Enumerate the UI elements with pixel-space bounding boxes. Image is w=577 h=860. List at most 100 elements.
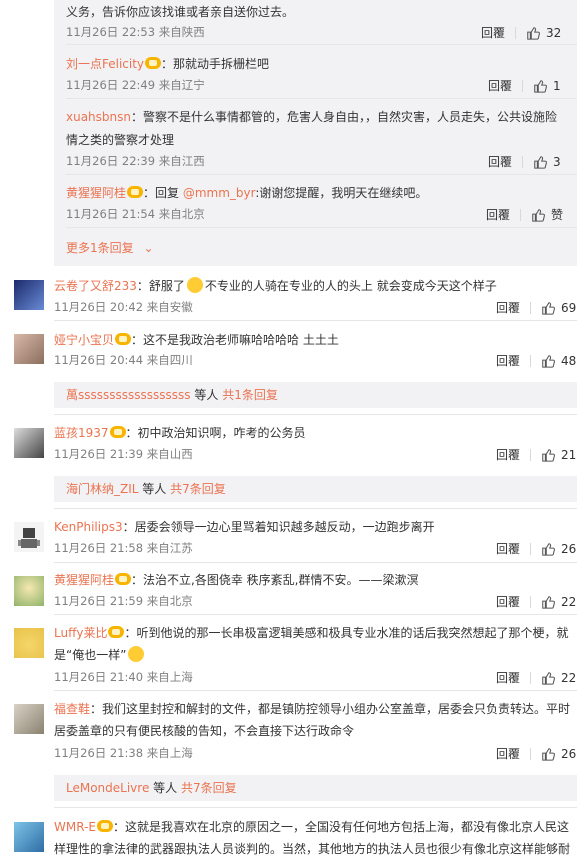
user-name-link[interactable]: 娅宁小宝贝 bbox=[54, 333, 114, 347]
comment-text-cont: 居委盖章的只有便民核酸的告知，不会直接下达行政命令 bbox=[54, 724, 355, 738]
comment-text: ：居委会领导一边心里骂着知识越多越反动，一边跑步离开 bbox=[122, 520, 435, 534]
reply-summary-bar[interactable]: 海门林纳_ZIL 等人 共7条回复 bbox=[54, 476, 577, 502]
sub-reply-text: 义务，告诉你应该找谁或者亲自送你过去。 bbox=[66, 5, 295, 19]
divider bbox=[530, 595, 532, 608]
user-name-link[interactable]: Luffy莱比 bbox=[54, 626, 107, 640]
user-name-link[interactable]: 刘一点Felicity bbox=[66, 57, 144, 71]
user-name-link[interactable]: 海门林纳_ZIL bbox=[66, 482, 138, 496]
user-name-link[interactable]: 萬ssssssssssssssssss bbox=[66, 388, 191, 402]
like-button[interactable]: 32 bbox=[526, 26, 561, 40]
reply-count-link[interactable]: 共7条回复 bbox=[170, 482, 226, 496]
like-count: 26 bbox=[561, 746, 577, 761]
avatar[interactable] bbox=[14, 576, 44, 606]
comment-actions: 回覆 48 bbox=[496, 352, 576, 369]
comment-text-after: 不专业的人骑在专业的人的头上 就会变成今天这个样子 bbox=[204, 279, 497, 293]
reply-count-link[interactable]: 共1条回复 bbox=[222, 388, 278, 402]
comment-text-line: 福查鞋：我们这里封控和解封的文件，都是镇防控领导小组办公室盖章，居委会只负责转达… bbox=[54, 700, 570, 718]
like-button[interactable]: 赞 bbox=[531, 206, 563, 223]
reply-button[interactable]: 回覆 bbox=[488, 153, 512, 170]
avatar[interactable] bbox=[14, 280, 44, 310]
like-button[interactable]: 3 bbox=[533, 155, 561, 169]
thumbs-up-icon bbox=[532, 208, 545, 222]
like-button[interactable]: 69 bbox=[541, 301, 576, 315]
avatar[interactable] bbox=[14, 522, 44, 552]
sub-reply-actions: 回覆 赞 bbox=[486, 206, 563, 223]
avatar[interactable] bbox=[14, 822, 44, 852]
like-button[interactable]: 26 bbox=[541, 747, 576, 761]
reply-button[interactable]: 回覆 bbox=[496, 299, 520, 316]
comment-time: 11月26日 20:42 来自安徽 bbox=[54, 300, 193, 314]
user-name-link[interactable]: 蓝孩1937 bbox=[54, 426, 109, 440]
divider bbox=[54, 614, 577, 615]
reply-button[interactable]: 回覆 bbox=[486, 206, 510, 223]
vip-badge-icon bbox=[96, 820, 113, 832]
vip-badge-icon bbox=[127, 186, 144, 198]
reply-summary-bar[interactable]: 萬ssssssssssssssssss 等人 共1条回复 bbox=[54, 382, 577, 408]
like-button[interactable]: 26 bbox=[541, 542, 576, 556]
reply-button[interactable]: 回覆 bbox=[496, 669, 520, 686]
sub-reply-text-line: 刘一点Felicity ：那就动手拆栅栏吧 bbox=[66, 55, 269, 73]
avatar[interactable] bbox=[14, 334, 44, 364]
comment-time: 11月26日 21:59 来自北京 bbox=[54, 594, 193, 608]
more-replies-link[interactable]: 更多1条回复 ⌄ bbox=[66, 239, 154, 257]
reply-button[interactable]: 回覆 bbox=[496, 446, 520, 463]
reply-button[interactable]: 回覆 bbox=[496, 745, 520, 762]
reply-button[interactable]: 回覆 bbox=[481, 24, 505, 41]
comment-actions: 回覆 26 bbox=[496, 540, 576, 557]
like-button[interactable]: 1 bbox=[533, 79, 561, 93]
sub-reply-actions: 回覆 1 bbox=[488, 77, 561, 94]
vip-badge-icon bbox=[109, 426, 126, 438]
thumbs-up-icon bbox=[542, 301, 555, 315]
user-name-link[interactable]: 福查鞋 bbox=[54, 702, 90, 716]
user-name-link[interactable]: xuahsbnsn bbox=[66, 110, 131, 124]
like-button[interactable]: 22 bbox=[541, 595, 576, 609]
thumbs-up-icon bbox=[534, 79, 547, 93]
comment-text-cont: 样理性的拿法律的武器跟执法人员谈判的。当然，其他地方的执法人员也很少有像北京这样… bbox=[54, 842, 571, 856]
comment-text-line: 云卷了又舒233：舒服了 不专业的人骑在专业的人的头上 就会变成今天这个样子 bbox=[54, 277, 497, 295]
comment-actions: 回覆 21 bbox=[496, 446, 576, 463]
divider bbox=[66, 227, 577, 228]
thumbs-up-icon bbox=[542, 448, 555, 462]
avatar[interactable] bbox=[14, 428, 44, 458]
divider bbox=[54, 562, 577, 563]
reply-button[interactable]: 回覆 bbox=[496, 540, 520, 557]
user-name-link[interactable]: WMR-E bbox=[54, 820, 96, 834]
like-button[interactable]: 48 bbox=[541, 354, 576, 368]
like-count: 3 bbox=[553, 154, 561, 169]
user-name-link[interactable]: 云卷了又舒233 bbox=[54, 279, 137, 293]
sub-reply-time: 11月26日 22:49 来自辽宁 bbox=[66, 78, 205, 92]
comment-text: ：听到他说的那一长串极富逻辑美感和极具专业水准的话后我突然想起了那个梗，就 bbox=[124, 626, 569, 640]
reply-button[interactable]: 回覆 bbox=[488, 77, 512, 94]
like-button[interactable]: 21 bbox=[541, 448, 576, 462]
divider bbox=[530, 448, 532, 461]
sub-reply-text-cont: 情之类的警察才处理 bbox=[66, 133, 175, 147]
like-count: 69 bbox=[561, 300, 577, 315]
comment-text: ：法治不立,各图侥幸 秩序紊乱,群情不安。——梁漱溟 bbox=[131, 573, 419, 587]
avatar[interactable] bbox=[14, 628, 44, 658]
comment-text: ：我们这里封控和解封的文件，都是镇防控领导小组办公室盖章，居委会只负责转达。平时 bbox=[90, 702, 571, 716]
sub-reply-actions: 回覆 3 bbox=[488, 153, 561, 170]
thumbs-up-icon bbox=[542, 671, 555, 685]
reply-summary-middle: 等人 bbox=[149, 781, 181, 795]
user-name-link[interactable]: KenPhilips3 bbox=[54, 520, 123, 534]
divider bbox=[522, 155, 524, 168]
sub-reply-text: ：回复 bbox=[143, 186, 183, 200]
reply-summary-bar[interactable]: LeMondeLivre 等人 共7条回复 bbox=[54, 775, 577, 801]
user-name-link[interactable]: LeMondeLivre bbox=[66, 781, 149, 795]
comment-text: ：舒服了 bbox=[136, 279, 185, 293]
mention-link[interactable]: @mmm_byr bbox=[183, 186, 256, 200]
divider bbox=[66, 98, 577, 99]
sub-reply-text-line: xuahsbnsn：警察不是什么事情都管的，危害人身自由，，自然灾害，人员走失，… bbox=[66, 108, 557, 126]
reply-summary-text: LeMondeLivre 等人 共7条回复 bbox=[66, 779, 237, 797]
divider bbox=[530, 301, 532, 314]
reply-button[interactable]: 回覆 bbox=[496, 352, 520, 369]
thumbs-up-icon bbox=[534, 155, 547, 169]
avatar[interactable] bbox=[14, 704, 44, 734]
user-name-link[interactable]: 黄猩猩阿桂 bbox=[66, 186, 126, 200]
like-button[interactable]: 22 bbox=[541, 671, 576, 685]
reply-button[interactable]: 回覆 bbox=[496, 593, 520, 610]
divider bbox=[530, 671, 532, 684]
user-name-link[interactable]: 黄猩猩阿桂 bbox=[54, 573, 114, 587]
reply-count-link[interactable]: 共7条回复 bbox=[181, 781, 237, 795]
divider bbox=[54, 320, 577, 321]
